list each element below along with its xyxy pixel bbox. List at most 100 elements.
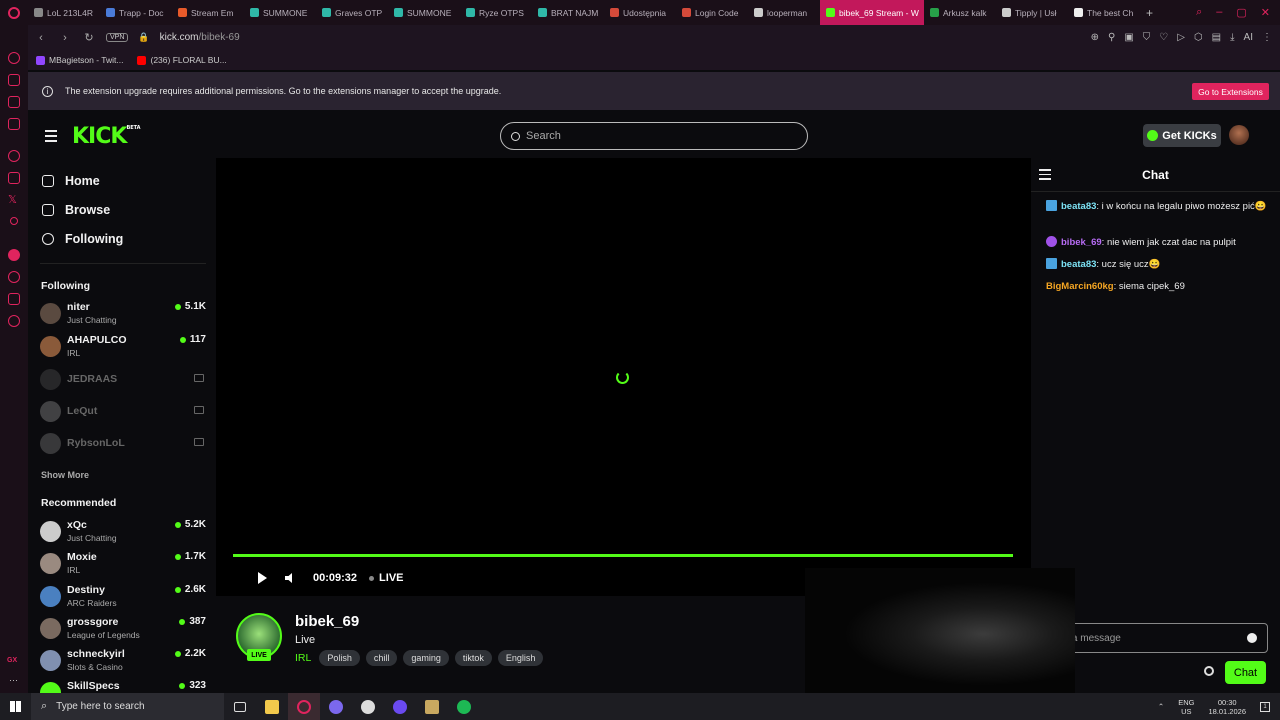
extensions-icon[interactable]: ⬡ (1194, 32, 1203, 43)
wallet-icon[interactable]: ▤ (1212, 32, 1221, 43)
channel-item[interactable]: Moxie IRL 1.7K (40, 550, 206, 578)
channel-item[interactable]: schneckyirl Slots & Casino 2.2K (40, 647, 206, 675)
shield-icon[interactable]: ⛉ (1143, 32, 1151, 43)
channel-item-offline[interactable]: JEDRAAS (40, 366, 206, 394)
streamer-name[interactable]: bibek_69 (295, 613, 359, 630)
channel-item[interactable]: AHAPULCO IRL 117 (40, 333, 206, 361)
browser-tab[interactable]: BRAT NAJM (532, 0, 604, 25)
url-field[interactable]: kick.com/bibek-69 (160, 32, 240, 43)
chat-username[interactable]: bibek_69 (1061, 237, 1102, 248)
file-explorer-icon[interactable] (256, 693, 288, 720)
tag-chip[interactable]: gaming (403, 650, 449, 666)
browser-tab[interactable]: Tipply | Usł (996, 0, 1068, 25)
tray-chevron-icon[interactable]: ⌃ (1158, 702, 1164, 711)
browser-tab[interactable]: LoL 213L4R (28, 0, 100, 25)
channel-item-offline[interactable]: RybsonLoL (40, 430, 206, 458)
kick-logo[interactable]: KICKBETA (72, 124, 141, 149)
chat-settings-icon[interactable] (1204, 666, 1214, 676)
browser-tab[interactable]: looperman (748, 0, 820, 25)
user-avatar[interactable] (1229, 125, 1249, 145)
minimize-icon[interactable]: – (1216, 6, 1222, 19)
search-input[interactable]: Search (500, 122, 808, 150)
menu-icon[interactable]: ⋮ (1262, 32, 1272, 43)
player-icon[interactable]: ▷ (1177, 32, 1185, 43)
nav-following[interactable]: Following (42, 232, 123, 246)
task-view-icon[interactable] (224, 693, 256, 720)
browser-tab[interactable]: The best Ch (1068, 0, 1140, 25)
messenger-app-icon[interactable] (320, 693, 352, 720)
browser-tab[interactable]: Ryze OTPS (460, 0, 532, 25)
progress-bar[interactable] (233, 554, 1013, 557)
tag-chip[interactable]: Polish (319, 650, 360, 666)
instagram-icon[interactable] (8, 118, 20, 130)
browser-tab[interactable]: Arkusz kalk (924, 0, 996, 25)
history-icon[interactable] (8, 271, 20, 283)
browser-tab[interactable]: Stream Em (172, 0, 244, 25)
opera-logo-icon[interactable] (0, 0, 28, 25)
messenger-icon[interactable] (8, 150, 20, 162)
search-tabs-icon[interactable]: ⌕ (1196, 6, 1202, 19)
chat-input[interactable]: nd a message (1047, 623, 1268, 653)
new-tab-button[interactable]: + (1140, 6, 1159, 20)
taskbar-search[interactable]: ⌕ Type here to search (31, 693, 224, 720)
chat-send-button[interactable]: Chat (1225, 661, 1266, 684)
browser-tab[interactable]: Trapp - Doc (100, 0, 172, 25)
bookmark-icon[interactable]: ♡ (1159, 32, 1168, 43)
browser-tab[interactable]: Udostępnia (604, 0, 676, 25)
stream-category-link[interactable]: IRL (295, 652, 311, 664)
browser-tab[interactable]: Login Code (676, 0, 748, 25)
show-more-button[interactable]: Show More (41, 470, 89, 480)
ai-button[interactable]: AI (1244, 32, 1253, 43)
emoji-icon[interactable] (1247, 633, 1257, 643)
forward-icon[interactable]: › (58, 32, 72, 44)
tag-chip[interactable]: tiktok (454, 650, 492, 666)
browser-tab[interactable]: SUMMONE (388, 0, 460, 25)
spotify-icon[interactable] (448, 693, 480, 720)
go-to-extensions-button[interactable]: Go to Extensions (1192, 83, 1269, 100)
menu-hamburger-icon[interactable] (45, 130, 57, 145)
close-icon[interactable]: ✕ (1261, 6, 1270, 19)
obs-icon[interactable] (384, 693, 416, 720)
channel-item-offline[interactable]: LeQut (40, 398, 206, 426)
play-icon[interactable] (258, 572, 267, 584)
tag-chip[interactable]: English (497, 650, 544, 666)
browser-tab[interactable]: SUMMONE (244, 0, 316, 25)
gx-control-icon[interactable] (8, 74, 20, 86)
video-player[interactable]: 00:09:32 LIVE (216, 158, 1031, 596)
chat-username[interactable]: beata83 (1061, 259, 1096, 270)
volume-icon[interactable] (285, 573, 292, 583)
pin-icon[interactable]: ⚲ (1108, 32, 1115, 43)
maximize-icon[interactable]: ▢ (1236, 6, 1246, 19)
clock[interactable]: 00:30 18.01.2026 (1208, 698, 1246, 716)
chat-username[interactable]: BigMarcin60kg (1046, 281, 1114, 292)
vpn-badge[interactable]: VPN (106, 33, 129, 42)
bookmark-item[interactable]: (236) FLORAL BU... (137, 55, 227, 65)
bookmark-item[interactable]: MBagietson - Twit... (36, 55, 123, 65)
download-icon[interactable]: ⤓ (1230, 32, 1234, 43)
aria-icon[interactable] (8, 52, 20, 64)
zoom-icon[interactable]: ⊕ (1091, 32, 1099, 43)
live-indicator[interactable]: LIVE (369, 572, 404, 584)
get-kicks-button[interactable]: Get KICKs (1143, 124, 1221, 147)
language-indicator[interactable]: ENG US (1178, 698, 1194, 716)
instagram-icon[interactable] (8, 172, 20, 184)
nav-browse[interactable]: Browse (42, 203, 110, 217)
twitch-icon[interactable] (8, 96, 20, 108)
more-icon[interactable]: ··· (9, 675, 18, 685)
windows-start-icon[interactable] (0, 693, 31, 720)
chat-username[interactable]: beata83 (1061, 201, 1096, 212)
app-icon[interactable] (416, 693, 448, 720)
settings-icon[interactable] (8, 315, 20, 327)
browser-tab-active[interactable]: bibek_69 Stream - W (820, 0, 924, 25)
channel-item[interactable]: xQc Just Chatting 5.2K (40, 518, 206, 546)
cube-icon[interactable] (8, 293, 20, 305)
tag-chip[interactable]: chill (365, 650, 398, 666)
channel-item[interactable]: Destiny ARC Raiders 2.6K (40, 583, 206, 611)
back-icon[interactable]: ‹ (34, 32, 48, 44)
channel-item[interactable]: grossgore League of Legends 387 (40, 615, 206, 643)
browser-tab[interactable]: Graves OTP (316, 0, 388, 25)
snapshot-icon[interactable]: ▣ (1124, 32, 1133, 43)
notification-icon[interactable]: 1 (1260, 701, 1270, 712)
reload-icon[interactable]: ↻ (82, 31, 96, 44)
x-twitter-icon[interactable]: 𝕏 (8, 193, 17, 206)
